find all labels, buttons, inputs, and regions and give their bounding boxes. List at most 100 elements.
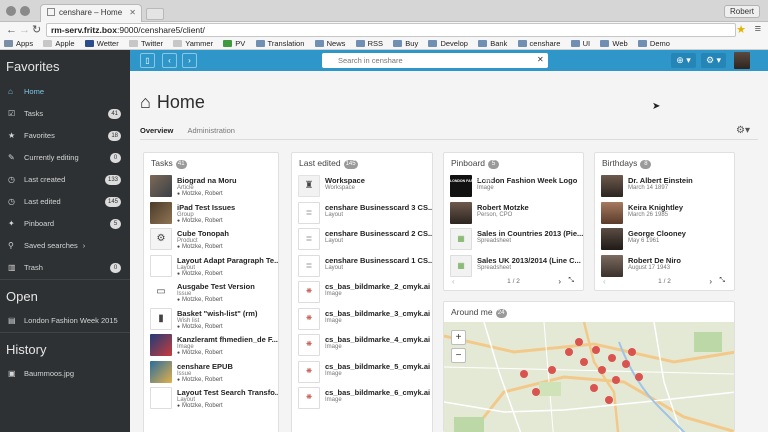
list-item[interactable]: iPad Test IssuesGroupMotzke, Robert bbox=[144, 200, 278, 227]
pin-icon: ✦ bbox=[8, 219, 15, 228]
clear-search-icon[interactable]: ✕ bbox=[537, 55, 544, 64]
sidebar-item-trash[interactable]: ▥ Trash 0 bbox=[0, 257, 130, 279]
apps-icon bbox=[4, 40, 13, 47]
sidebar-item-last-created[interactable]: ◷ Last created 133 bbox=[0, 169, 130, 191]
bookmark-bank[interactable]: Bank bbox=[478, 38, 507, 49]
list-item[interactable]: Keira Knightley March 26 1985 bbox=[595, 200, 734, 227]
bookmark-demo[interactable]: Demo bbox=[637, 38, 670, 49]
collapse-icon[interactable]: ⤡ bbox=[719, 277, 725, 285]
browser-tab[interactable]: censhare – Home ✕ bbox=[40, 4, 142, 22]
list-item[interactable]: Layout Adapt Paragraph Te...LayoutMotzke… bbox=[144, 253, 278, 280]
list-item[interactable]: Robert Motzke Person, CPO bbox=[444, 200, 583, 227]
tab-overview[interactable]: Overview bbox=[140, 126, 173, 135]
sidebar-item-tasks[interactable]: ☑ Tasks 41 bbox=[0, 103, 130, 125]
list-item[interactable]: Layout Test Search Transfo...LayoutMotzk… bbox=[144, 385, 278, 412]
list-item[interactable]: ❋ cs_bas_bildmarke_3_cmyk.ai Image bbox=[292, 306, 432, 333]
pencil-icon: ✎ bbox=[8, 153, 15, 162]
document-icon: ≣ bbox=[305, 207, 313, 217]
forward-icon[interactable]: → bbox=[19, 24, 30, 36]
map-marker bbox=[622, 360, 630, 368]
list-item[interactable]: ❋ cs_bas_bildmarke_2_cmyk.ai Image bbox=[292, 279, 432, 306]
previous-page-icon[interactable]: ‹ bbox=[603, 277, 606, 286]
tab-administration[interactable]: Administration bbox=[187, 126, 235, 135]
list-item[interactable]: LONDON FASHION WEEK London Fashion Week L… bbox=[444, 173, 583, 200]
sidebar-item-currently-editing[interactable]: ✎ Currently editing 0 bbox=[0, 147, 130, 169]
next-page-icon[interactable]: › bbox=[558, 277, 561, 286]
minimize-window-button[interactable] bbox=[20, 6, 30, 16]
list-item[interactable]: ▭Ausgabe Test VersionIssueMotzke, Robert bbox=[144, 279, 278, 306]
bookmark-pv[interactable]: PV bbox=[223, 38, 245, 49]
forward-button[interactable]: › bbox=[182, 53, 197, 68]
list-item[interactable]: Dr. Albert Einstein March 14 1897 bbox=[595, 173, 734, 200]
close-window-button[interactable] bbox=[6, 6, 16, 16]
sidebar-item-home[interactable]: ⌂ Home bbox=[0, 81, 130, 103]
user-avatar[interactable] bbox=[734, 52, 750, 69]
next-page-icon[interactable]: › bbox=[709, 277, 712, 286]
search-input[interactable] bbox=[322, 53, 548, 68]
list-item[interactable]: ≣ censhare Businesscard 1 CS... Layout bbox=[292, 253, 432, 280]
bookmark-censhare[interactable]: censhare bbox=[517, 38, 560, 49]
list-item[interactable]: Kanzleramt fhmedien_de F...ImageMotzke, … bbox=[144, 332, 278, 359]
person-thumbnail bbox=[450, 201, 472, 224]
back-icon[interactable]: ← bbox=[6, 24, 17, 36]
bookmark-ui[interactable]: UI bbox=[570, 38, 590, 49]
settings-button[interactable]: ⚙ ▾ bbox=[701, 53, 726, 68]
bookmark-wetter[interactable]: Wetter bbox=[84, 38, 119, 49]
previous-page-icon[interactable]: ‹ bbox=[452, 277, 455, 286]
bookmark-web[interactable]: Web bbox=[600, 38, 628, 49]
divider bbox=[140, 139, 758, 140]
list-item[interactable]: ❋ cs_bas_bildmarke_4_cmyk.ai Image bbox=[292, 332, 432, 359]
list-item[interactable]: censhare EPUBIssueMotzke, Robert bbox=[144, 359, 278, 386]
search-icon: ⚲ bbox=[8, 241, 14, 250]
bicycle-icon: ⚙ bbox=[156, 233, 166, 244]
sidebar-item-last-edited[interactable]: ◷ Last edited 145 bbox=[0, 191, 130, 213]
history-item-baummoos[interactable]: ▣ Baummoos.jpg bbox=[0, 363, 130, 385]
add-button[interactable]: ⊕ ▾ bbox=[671, 53, 696, 68]
list-item[interactable]: ≣ censhare Businesscard 2 CS... Layout bbox=[292, 226, 432, 253]
clock-icon: ◷ bbox=[8, 197, 15, 206]
list-item[interactable]: George Clooney May 6 1961 bbox=[595, 226, 734, 253]
collapse-icon[interactable]: ⤡ bbox=[568, 277, 574, 285]
folder-icon bbox=[255, 40, 265, 47]
reload-icon[interactable]: ↻ bbox=[32, 24, 41, 36]
sidebar: Favorites ⌂ Home ☑ Tasks 41 ★ Favorites 18 ✎ C… bbox=[0, 50, 130, 432]
map-marker bbox=[565, 348, 573, 356]
bookmark-translation[interactable]: Translation bbox=[255, 38, 304, 49]
bookmark-buy[interactable]: Buy bbox=[393, 38, 418, 49]
open-item-london-fashion-week[interactable]: ▤ London Fashion Week 2015 bbox=[0, 310, 130, 332]
list-item[interactable]: ≣ censhare Businesscard 3 CS... Layout bbox=[292, 200, 432, 227]
bookmark-yammer[interactable]: Yammer bbox=[173, 38, 213, 49]
bookmark-news[interactable]: News bbox=[314, 38, 345, 49]
new-tab-button[interactable] bbox=[146, 8, 164, 20]
brand-mark-icon: ❋ bbox=[306, 341, 312, 348]
toggle-sidebar-button[interactable]: ▯ bbox=[140, 53, 155, 68]
layout-thumbnail bbox=[150, 387, 172, 409]
list-item[interactable]: ⚙Cube TonopahProductMotzke, Robert bbox=[144, 226, 278, 253]
map-zoom-in-button[interactable]: + bbox=[451, 330, 466, 345]
sidebar-item-favorites[interactable]: ★ Favorites 18 bbox=[0, 125, 130, 147]
list-item[interactable]: ▮Basket "wish-list" (rm)Wish listMotzke,… bbox=[144, 306, 278, 333]
list-item[interactable]: ▦ Sales in Countries 2013 (Pie... Spreadsh… bbox=[444, 226, 583, 253]
gear-icon[interactable]: ⚙▾ bbox=[736, 125, 750, 136]
sidebar-item-pinboard[interactable]: ✦ Pinboard 5 bbox=[0, 213, 130, 235]
map-view[interactable]: + − bbox=[444, 322, 734, 432]
bookmark-apple[interactable]: Apple bbox=[43, 38, 75, 49]
home-icon: ⌂ bbox=[8, 87, 13, 96]
main-content: ⌂ Home Overview Administration ⚙▾ Tasks 41… bbox=[130, 71, 768, 432]
list-item[interactable]: Biograd na MoruArticleMotzke, Robert bbox=[144, 173, 278, 200]
bookmark-rss[interactable]: RSS bbox=[355, 38, 383, 49]
url-field[interactable]: rm-serv.fritz.box:9000/censhare5/client/ bbox=[46, 23, 736, 37]
sidebar-item-saved-searches[interactable]: ⚲ Saved searches › bbox=[0, 235, 130, 257]
bookmark-apps[interactable]: Apps bbox=[4, 38, 33, 49]
bookmark-twitter[interactable]: Twitter bbox=[128, 38, 163, 49]
list-item[interactable]: ♜ Workspace Workspace bbox=[292, 173, 432, 200]
bookmark-star-icon[interactable]: ★ bbox=[736, 23, 746, 36]
list-item[interactable]: ❋ cs_bas_bildmarke_6_cmyk.ai Image bbox=[292, 385, 432, 412]
bookmark-develop[interactable]: Develop bbox=[428, 38, 468, 49]
list-item[interactable]: ❋ cs_bas_bildmarke_5_cmyk.ai Image bbox=[292, 359, 432, 386]
profile-button[interactable]: Robert bbox=[723, 5, 760, 18]
menu-icon[interactable]: ≡ bbox=[755, 23, 761, 35]
close-tab-icon[interactable]: ✕ bbox=[129, 8, 136, 17]
map-zoom-out-button[interactable]: − bbox=[451, 348, 466, 363]
back-button[interactable]: ‹ bbox=[162, 53, 177, 68]
